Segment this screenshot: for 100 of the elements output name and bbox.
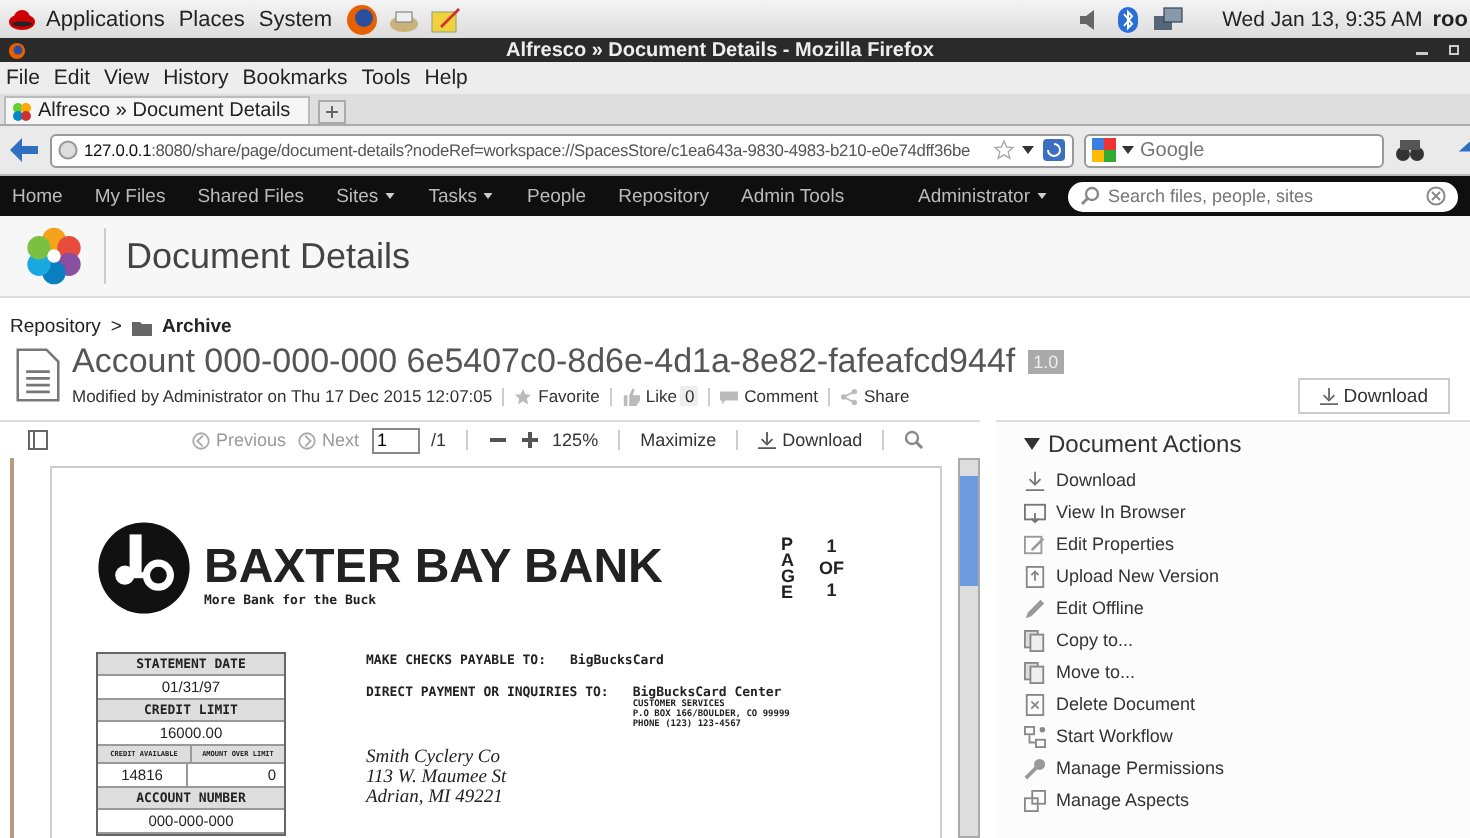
menu-item[interactable]: Bookmarks	[242, 66, 348, 90]
action-link[interactable]: Copy to...	[1024, 624, 1470, 656]
menu-item[interactable]: File	[6, 66, 40, 90]
action-link[interactable]: Start Workflow	[1024, 720, 1470, 752]
customer-address-line: 113 W. Maumee St	[366, 769, 509, 788]
browser-icon[interactable]	[346, 3, 379, 35]
maximize-button[interactable]: Maximize	[640, 430, 717, 450]
comment-link[interactable]: Comment	[720, 386, 819, 406]
scrollbar[interactable]	[958, 458, 980, 838]
breadcrumb-link[interactable]: Repository	[10, 316, 101, 338]
search-box[interactable]: Google	[1084, 133, 1384, 167]
browser-icon	[8, 41, 26, 59]
action-link[interactable]: Manage Permissions	[1024, 752, 1470, 784]
triangle-icon	[1024, 436, 1040, 452]
page-total: /1	[431, 430, 447, 450]
page-indicator: 1	[826, 580, 837, 600]
key-icon	[1024, 757, 1046, 779]
menu-item[interactable]: Edit	[53, 66, 91, 90]
squares-icon	[1024, 789, 1046, 811]
folder-icon	[131, 317, 152, 337]
flower-icon	[12, 101, 32, 121]
reload-icon[interactable]	[1042, 138, 1066, 162]
bluetooth-icon[interactable]	[1114, 5, 1143, 33]
copy-icon	[1024, 661, 1046, 683]
desktop-menu[interactable]: Places	[178, 7, 245, 31]
download-button[interactable]: Download	[758, 430, 863, 450]
address-field[interactable]: 127.0.0.1:8080/share/page/document-details?nodeRef=workspace://SpacesStore/c1ea643a-9830-4983-b210-e0e74dff36be	[50, 133, 1074, 167]
comment-icon	[720, 387, 739, 405]
page-number-field[interactable]: 1	[371, 427, 420, 453]
action-link[interactable]: Upload New Version	[1024, 560, 1470, 592]
binoculars-icon[interactable]	[1394, 134, 1426, 166]
bank-name: BAXTER BAY BANK	[204, 544, 663, 592]
nav-link[interactable]: My Files	[94, 185, 166, 207]
download-button[interactable]: Download	[1297, 378, 1450, 414]
nav-link[interactable]: Shared Files	[197, 185, 305, 207]
nav-link[interactable]: Home	[12, 185, 63, 207]
network-icon[interactable]	[1152, 3, 1185, 35]
desktop-menu[interactable]: Applications	[46, 7, 165, 31]
menu-item[interactable]: History	[163, 66, 229, 90]
page-indicator: 1	[826, 536, 837, 556]
share-icon	[840, 387, 859, 405]
previous-icon	[192, 431, 210, 449]
caret-icon[interactable]	[1020, 142, 1036, 158]
nav-link[interactable]: People	[526, 185, 587, 207]
like-link[interactable]: Like	[621, 386, 677, 406]
menu-item[interactable]: View	[104, 66, 150, 90]
document-actions-header[interactable]: Document Actions	[1024, 430, 1470, 458]
action-link[interactable]: Manage Aspects	[1024, 784, 1470, 816]
upload-icon	[1024, 565, 1046, 587]
user-menu[interactable]: Administrator	[918, 185, 1048, 207]
download-icon	[758, 431, 777, 449]
clear-icon[interactable]	[1426, 186, 1446, 206]
logo-icon	[24, 226, 84, 286]
search-icon[interactable]	[904, 430, 925, 450]
search-icon	[1080, 186, 1100, 206]
window-title: Alfresco » Document Details - Mozilla Firefox	[504, 39, 936, 61]
new-tab-icon[interactable]	[318, 100, 346, 124]
favorite-link[interactable]: Favorite	[514, 386, 600, 406]
action-link[interactable]: Move to...	[1024, 656, 1470, 688]
zoom-in-icon[interactable]	[520, 430, 541, 450]
maximize-icon[interactable]	[1446, 42, 1462, 58]
back-arrow-icon[interactable]	[8, 134, 40, 166]
action-link[interactable]: View In Browser	[1024, 496, 1470, 528]
action-link[interactable]: Delete Document	[1024, 688, 1470, 720]
nav-link[interactable]: Sites	[336, 185, 397, 207]
share-link[interactable]: Share	[840, 386, 910, 406]
star-icon[interactable]	[994, 140, 1014, 160]
caret-icon	[1036, 190, 1048, 202]
notepad-icon[interactable]	[430, 3, 463, 35]
pencil-icon	[1024, 597, 1046, 619]
hat-icon[interactable]	[8, 5, 36, 33]
browser-tab[interactable]: Alfresco » Document Details	[4, 96, 310, 124]
edit-icon	[1024, 533, 1046, 555]
action-link[interactable]: Download	[1024, 464, 1470, 496]
site-search-box[interactable]: Search files, people, sites	[1068, 181, 1458, 211]
nav-link[interactable]: Admin Tools	[741, 185, 845, 207]
document-icon	[16, 348, 60, 402]
page-title: Document Details	[126, 235, 411, 277]
star-icon	[514, 387, 533, 405]
menu-item[interactable]: Help	[424, 66, 468, 90]
breadcrumb-link[interactable]: Archive	[161, 316, 232, 338]
site-search-field[interactable]: Search files, people, sites	[1108, 186, 1418, 206]
nav-link[interactable]: Tasks	[428, 185, 495, 207]
search-field[interactable]: Google	[1140, 139, 1376, 161]
desktop-menu[interactable]: System	[258, 7, 333, 31]
user-name[interactable]: roo	[1432, 7, 1468, 31]
sidebar-toggle-icon[interactable]	[28, 430, 48, 450]
caret-icon[interactable]	[1120, 142, 1136, 158]
modified-info: Modified by Administrator on Thu 17 Dec 2015 12:07:05	[72, 386, 493, 406]
menu-item[interactable]: Tools	[361, 66, 411, 90]
page-indicator: OF	[819, 558, 844, 578]
workflow-icon	[1024, 725, 1046, 747]
thumbs-up-icon	[621, 387, 640, 405]
action-link[interactable]: Edit Properties	[1024, 528, 1470, 560]
monitor-icon	[1024, 501, 1046, 523]
action-link[interactable]: Edit Offline	[1024, 592, 1470, 624]
clock[interactable]: Wed Jan 13, 9:35 AM	[1222, 7, 1423, 31]
nav-link[interactable]: Repository	[618, 185, 709, 207]
page-label: PAGE	[781, 535, 791, 601]
zoom-level[interactable]: 125%	[552, 430, 599, 450]
